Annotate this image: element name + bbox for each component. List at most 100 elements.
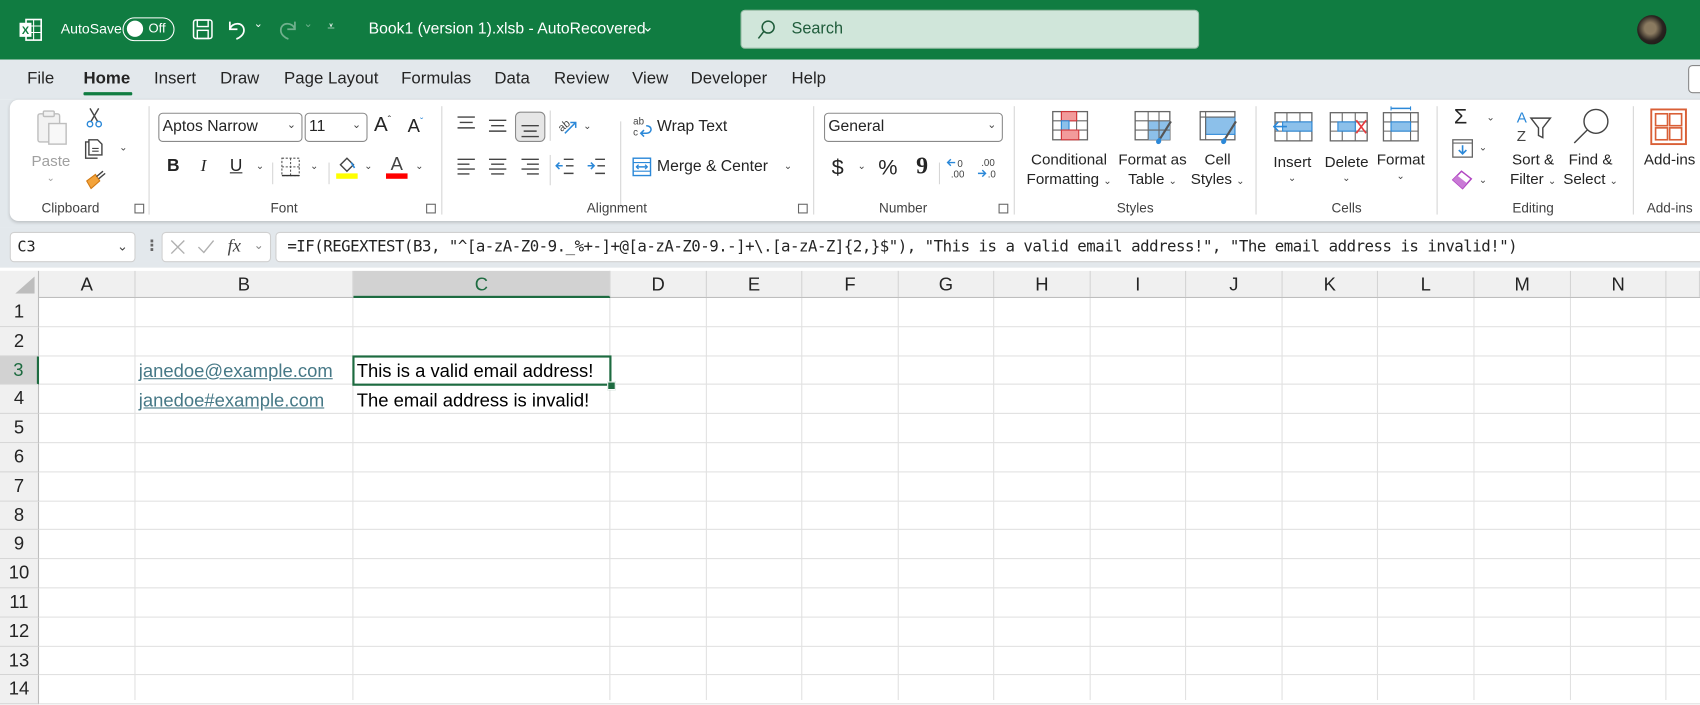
tab-view[interactable]: View [632,69,668,89]
row-header-11[interactable]: 11 [0,588,40,618]
decrease-decimal-icon[interactable]: .00.0 [976,156,1000,185]
column-header-l[interactable]: L [1378,270,1475,297]
underline-dropdown-icon[interactable]: ⌄ [256,160,264,172]
row-header-9[interactable]: 9 [0,530,40,560]
row-header-6[interactable]: 6 [0,443,40,473]
column-header-m[interactable]: M [1475,270,1572,297]
insert-function-button[interactable]: fx [228,235,241,257]
decrease-indent-icon[interactable] [555,158,575,181]
orientation-dropdown-icon[interactable]: ⌄ [583,120,591,132]
format-cells-icon[interactable] [1382,106,1419,147]
autosave-toggle[interactable]: Off [122,17,175,42]
cell-styles-icon[interactable] [1199,110,1238,151]
column-header-partial[interactable] [1666,270,1700,297]
merge-center-dropdown-icon[interactable]: ⌄ [784,160,792,172]
tab-help[interactable]: Help [791,69,826,89]
row-header-2[interactable]: 2 [0,327,40,357]
paste-icon[interactable] [36,109,69,151]
tab-developer[interactable]: Developer [691,69,768,89]
avatar[interactable] [1637,15,1667,45]
font-size-select[interactable]: 11 ⌄ [304,112,368,142]
undo-dropdown-icon[interactable]: ⌄ [254,18,263,30]
delete-cells-icon[interactable] [1329,112,1368,148]
cell-b4[interactable]: janedoe#example.com [139,390,324,412]
cell-styles-button[interactable]: Cell Styles ⌄ [1191,150,1245,191]
bold-button[interactable]: B [167,157,180,177]
row-header-12[interactable]: 12 [0,617,40,647]
select-all-button[interactable] [0,270,40,298]
find-select-icon[interactable] [1572,107,1611,151]
cell-c4[interactable]: The email address is invalid! [357,390,590,412]
clipboard-launcher-icon[interactable] [134,203,145,214]
column-header-n[interactable]: N [1571,270,1667,297]
save-icon[interactable] [192,18,214,45]
merge-center-button[interactable]: Merge & Center [657,158,768,175]
top-align-icon[interactable] [456,116,476,137]
fill-handle[interactable] [607,381,616,391]
excel-icon[interactable]: X [18,18,43,46]
column-header-k[interactable]: K [1283,270,1379,297]
tab-review[interactable]: Review [554,69,609,89]
comma-style-button[interactable]: 9 [916,152,928,180]
format-cells-button[interactable]: Format [1377,150,1425,170]
insert-cells-icon[interactable] [1272,112,1314,148]
row-header-13[interactable]: 13 [0,646,40,676]
copy-dropdown-icon[interactable]: ⌄ [119,142,127,154]
sort-filter-button[interactable]: Sort & Filter ⌄ [1510,150,1556,191]
font-name-select[interactable]: Aptos Narrow ⌄ [158,112,303,142]
fill-color-icon[interactable] [336,154,358,185]
cell-b3[interactable]: janedoe@example.com [139,361,333,383]
underline-button[interactable]: U [230,157,243,177]
row-header-4[interactable]: 4 [0,385,40,415]
orientation-icon[interactable]: ab [555,114,579,143]
format-dropdown-icon[interactable]: ⌄ [1396,170,1404,182]
search-box[interactable]: Search [740,9,1200,49]
more-options-icon[interactable]: ⋮ [144,236,159,254]
wrap-text-icon[interactable]: ab c [633,115,655,144]
row-header-1[interactable]: 1 [0,297,40,328]
fill-color-dropdown-icon[interactable]: ⌄ [364,160,372,172]
italic-button[interactable]: I [201,157,207,177]
title-dropdown-icon[interactable]: ⌄ [642,18,654,35]
number-format-select[interactable]: General ⌄ [823,112,1003,142]
name-box[interactable]: C3 ⌄ [9,231,136,263]
find-select-button[interactable]: Find & Select ⌄ [1563,150,1618,191]
fill-dropdown-icon[interactable]: ⌄ [1479,142,1487,154]
increase-decimal-icon[interactable]: 0.00 [945,156,969,185]
tab-data[interactable]: Data [494,69,530,89]
formula-input[interactable]: =IF(REGEXTEST(B3, "^[a-zA-Z0-9._%+-]+@[a… [275,231,1700,263]
column-header-d[interactable]: D [610,270,707,297]
column-header-f[interactable]: F [802,270,899,297]
column-header-h[interactable]: H [994,270,1091,297]
row-header-14[interactable]: 14 [0,675,40,705]
autosum-dropdown-icon[interactable]: ⌄ [1486,112,1494,124]
add-ins-icon[interactable] [1650,108,1687,150]
clear-icon[interactable] [1451,170,1474,195]
column-header-e[interactable]: E [707,270,803,297]
merge-center-icon[interactable] [632,157,652,182]
column-header-c[interactable]: C [353,270,611,298]
enter-icon[interactable] [197,239,215,260]
column-header-i[interactable]: I [1091,270,1187,297]
accounting-format-button[interactable]: $ [832,156,844,181]
font-color-icon[interactable]: A [385,153,408,185]
borders-icon[interactable] [281,157,301,182]
row-header-8[interactable]: 8 [0,501,40,531]
insert-dropdown-icon[interactable]: ⌄ [1288,172,1296,184]
column-header-a[interactable]: A [39,270,136,297]
paste-button[interactable]: Paste [32,151,71,171]
autosum-icon[interactable]: Σ [1454,105,1467,130]
delete-cells-button[interactable]: Delete [1325,152,1369,172]
align-left-icon[interactable] [456,158,476,181]
percent-style-button[interactable]: % [878,156,897,181]
paste-dropdown-icon[interactable]: ⌄ [47,172,55,184]
document-title[interactable]: Book1 (version 1).xlsb - AutoRecovered [369,21,646,38]
increase-indent-icon[interactable] [587,158,607,181]
row-header-7[interactable]: 7 [0,472,40,502]
format-as-table-icon[interactable] [1134,110,1173,151]
row-header-10[interactable]: 10 [0,559,40,589]
conditional-formatting-button[interactable]: Conditional Formatting ⌄ [1027,150,1112,191]
undo-icon[interactable] [226,17,250,46]
font-color-dropdown-icon[interactable]: ⌄ [415,160,423,172]
sort-filter-icon[interactable]: AZ [1516,108,1555,148]
